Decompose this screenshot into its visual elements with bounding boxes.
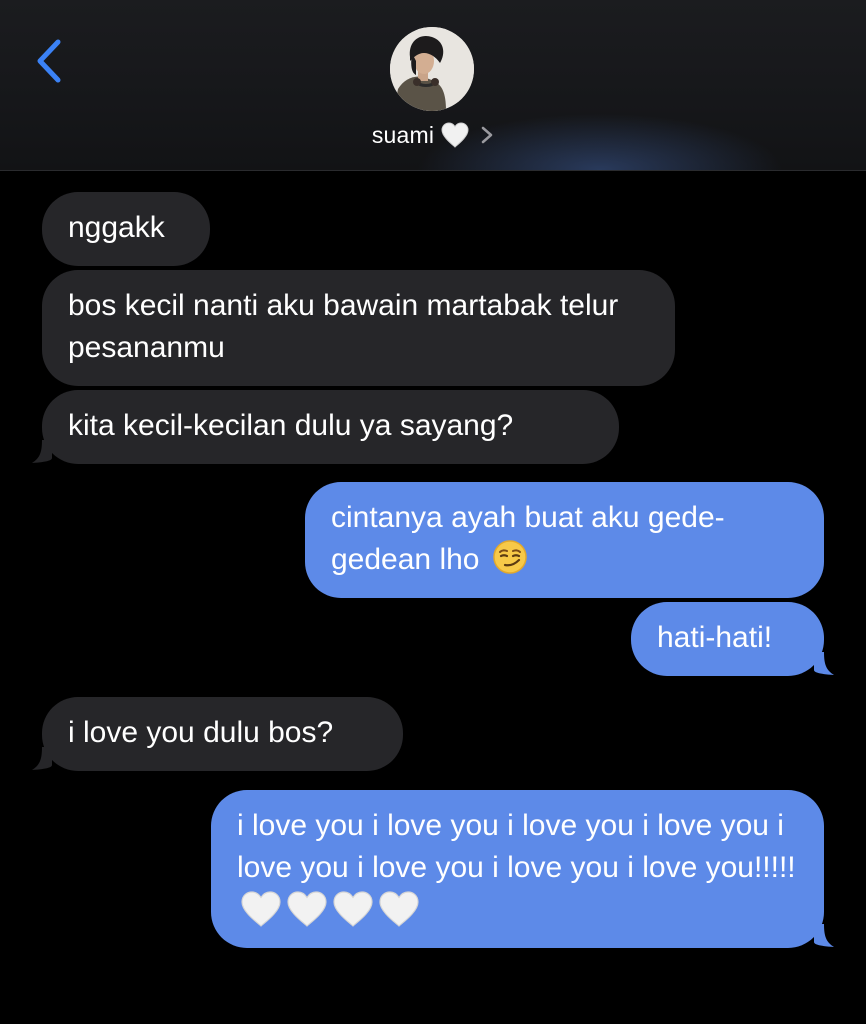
message-text: kita kecil-kecilan dulu ya sayang? [68, 409, 514, 442]
incoming-message[interactable]: nggakk [42, 192, 210, 266]
outgoing-message[interactable]: hati-hati! [631, 602, 824, 676]
conversation-header: suami [0, 0, 866, 171]
white-heart-icon [440, 121, 470, 149]
incoming-message[interactable]: bos kecil nanti aku bawain martabak telu… [42, 270, 675, 386]
message-text: nggakk [68, 211, 165, 244]
bubble-tail [32, 747, 52, 770]
bubble-tail [32, 440, 52, 463]
white-heart-icon [285, 889, 329, 929]
white-heart-icon [377, 889, 421, 929]
smirking-face-icon [492, 539, 528, 575]
bubble-tail [814, 652, 834, 675]
contact-name: suami [371, 121, 435, 148]
white-heart-icon [239, 889, 283, 929]
avatar-photo [390, 27, 474, 111]
outgoing-message[interactable]: i love you i love you i love you i love … [211, 790, 824, 948]
contact-info-button[interactable]: suami [0, 118, 866, 152]
incoming-message[interactable]: i love you dulu bos? [42, 697, 403, 771]
incoming-message[interactable]: kita kecil-kecilan dulu ya sayang? [42, 390, 619, 464]
message-text: hati-hati! [657, 621, 773, 654]
back-button[interactable] [30, 36, 70, 86]
message-text: i love you dulu bos? [68, 716, 334, 749]
chevron-right-icon [480, 125, 494, 145]
outgoing-message[interactable]: cintanya ayah buat aku gede-gedean lho [305, 482, 824, 598]
message-text: i love you i love you i love you i love … [237, 809, 796, 884]
avatar[interactable] [390, 27, 474, 111]
white-heart-icon [331, 889, 375, 929]
bubble-tail [814, 924, 834, 947]
chevron-left-icon [37, 39, 61, 83]
message-text: bos kecil nanti aku bawain martabak telu… [68, 289, 619, 364]
